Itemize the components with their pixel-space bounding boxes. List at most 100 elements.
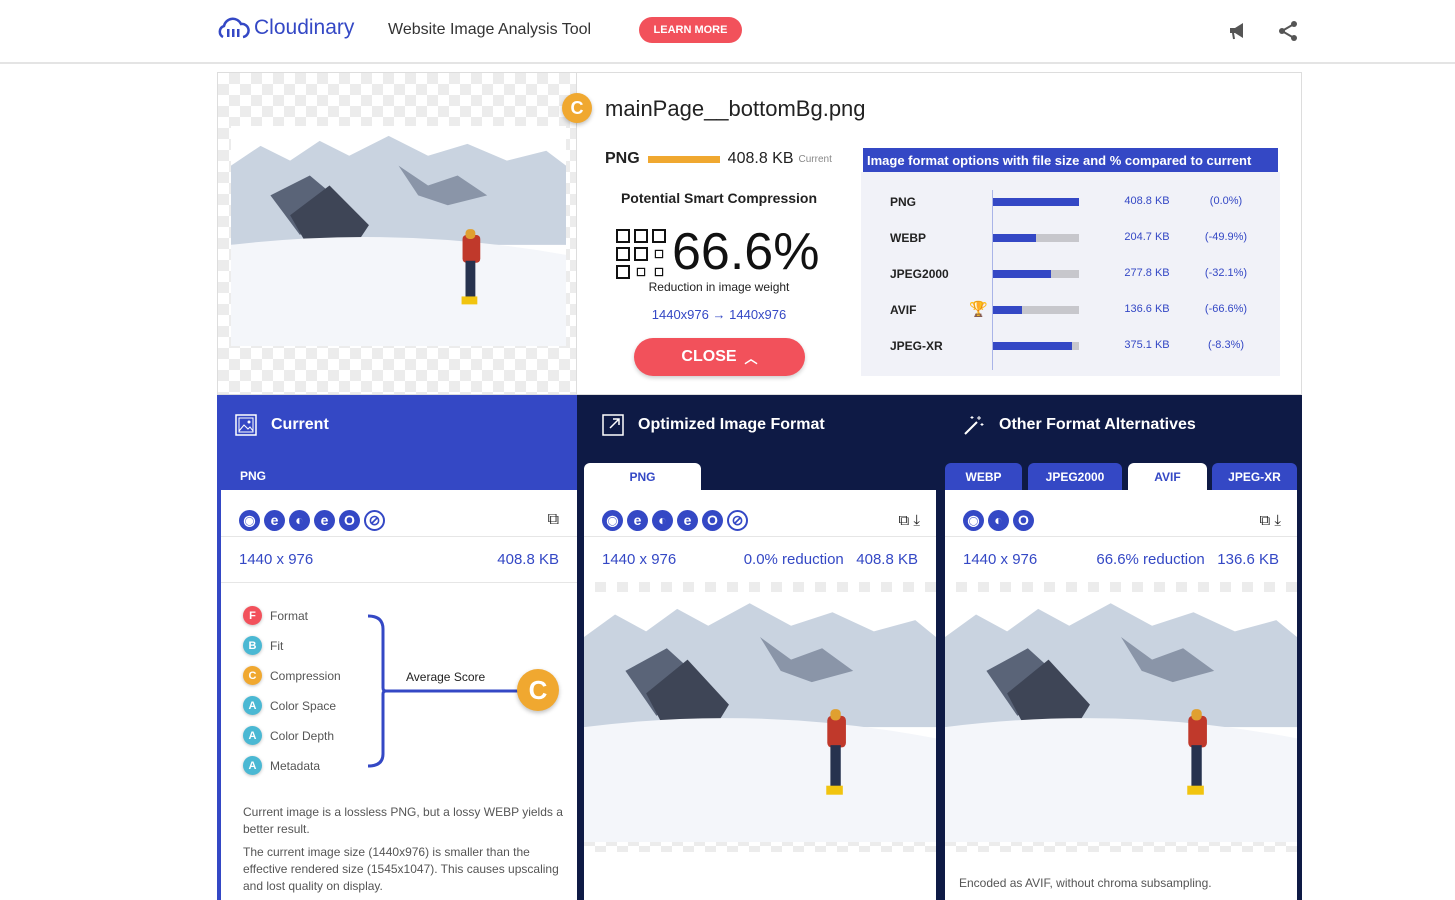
alt-reduction: 66.6% reduction [1096, 551, 1205, 568]
average-grade-badge: C [517, 669, 559, 711]
opera-icon: O [339, 509, 360, 531]
current-label: Current [798, 153, 832, 165]
tab-avif[interactable]: AVIF [1128, 463, 1207, 491]
size-bar-fill [993, 270, 1052, 278]
current-format: PNG [605, 150, 640, 167]
format-percent: (-49.9%) [1204, 231, 1248, 243]
download-icon[interactable]: ⤓ [1274, 512, 1281, 529]
alternatives-header: Other Format Alternatives [963, 414, 1196, 436]
format-row: JPEG2000 277.8 KB (-32.1%) [861, 264, 1280, 284]
browser-support-icons: ◉ e ◐ e O ⊘ [239, 509, 385, 531]
image-thumbnail [231, 126, 566, 346]
score-label: Fit [270, 638, 284, 653]
open-external-icon[interactable]: ⧉ [898, 512, 909, 529]
image-thumbnail [584, 592, 936, 842]
format-row: AVIF 🏆 136.6 KB (-66.6%) [861, 300, 1280, 320]
format-options-table: Image format options with file size and … [861, 146, 1280, 376]
browser-support-icons: ◉ ◐ O [963, 509, 1034, 531]
tab-optimized-png[interactable]: PNG [584, 463, 701, 491]
score-grade: C [243, 666, 262, 685]
size-bar-fill [993, 342, 1072, 350]
tab-jpeg-xr[interactable]: JPEG-XR [1212, 463, 1297, 491]
current-size: 408.8 KB [727, 150, 794, 167]
chrome-icon: ◉ [963, 509, 984, 531]
magic-wand-icon [964, 416, 984, 435]
score-grade: F [243, 606, 262, 625]
format-row: PNG 408.8 KB (0.0%) [861, 192, 1280, 212]
current-image-preview[interactable] [217, 72, 577, 395]
format-name: AVIF [890, 303, 917, 317]
score-label: Compression [270, 668, 341, 683]
opera-icon: O [702, 509, 723, 531]
alt-image-preview[interactable] [945, 582, 1297, 852]
trophy-icon: 🏆 [969, 301, 988, 318]
open-external-icon[interactable]: ⧉ [548, 511, 559, 529]
optimized-dimensions: 1440 x 976 [602, 551, 677, 568]
format-table-title: Image format options with file size and … [861, 146, 1280, 172]
format-name: JPEG-XR [890, 339, 943, 353]
image-icon [235, 414, 257, 436]
optimized-filesize: 408.8 KB [856, 551, 918, 568]
format-percent: (-32.1%) [1204, 267, 1248, 279]
current-format-tab[interactable]: PNG [240, 469, 266, 483]
download-icon[interactable]: ⤓ [913, 512, 920, 529]
compression-grid-icon [616, 229, 666, 279]
cloud-logo-icon [218, 17, 250, 39]
safari-icon: ⊘ [364, 509, 385, 531]
firefox-icon: ◐ [652, 509, 673, 531]
score-item: A Color Space [243, 696, 336, 715]
grade-badge: C [562, 93, 592, 123]
chrome-icon: ◉ [239, 509, 260, 531]
size-bar [993, 342, 1079, 350]
current-dimensions: 1440 x 976 [239, 551, 314, 568]
cloudinary-logo[interactable]: Cloudinary [216, 16, 354, 40]
format-size: 375.1 KB [1124, 339, 1170, 351]
format-percent: (-66.6%) [1204, 303, 1248, 315]
tab-jpeg2000[interactable]: JPEG2000 [1028, 463, 1122, 491]
learn-more-button[interactable]: LEARN MORE [639, 17, 742, 43]
ie-icon: e [677, 509, 698, 531]
format-row: WEBP 204.7 KB (-49.9%) [861, 228, 1280, 248]
score-grade: A [243, 726, 262, 745]
file-name: mainPage__bottomBg.png [605, 96, 866, 121]
optimized-image-preview[interactable] [584, 582, 936, 852]
share-icon[interactable] [1277, 20, 1299, 42]
score-item: B Fit [243, 636, 283, 655]
encoding-note: Encoded as AVIF, without chroma subsampl… [959, 876, 1212, 890]
tab-webp[interactable]: WEBP [945, 463, 1022, 491]
score-grade: A [243, 756, 262, 775]
optimized-header: Optimized Image Format [602, 414, 825, 436]
dimensions-change: 1440x976 → 1440x976 [651, 307, 787, 322]
close-button[interactable]: CLOSE ︿ [634, 338, 805, 376]
format-row: JPEG-XR 375.1 KB (-8.3%) [861, 336, 1280, 356]
score-label: Metadata [270, 758, 321, 773]
ie-icon: e [314, 509, 335, 531]
current-size-row: PNG 408.8 KB Current [605, 150, 832, 168]
format-name: JPEG2000 [890, 267, 949, 281]
score-grade: B [243, 636, 262, 655]
logo-text: Cloudinary [254, 16, 355, 39]
size-bar-fill [993, 234, 1037, 242]
alt-filesize: 136.6 KB [1217, 551, 1279, 568]
size-note: The current image size (1440x976) is sma… [243, 845, 559, 893]
current-filesize: 408.8 KB [497, 551, 559, 568]
opera-icon: O [1013, 509, 1034, 531]
size-bar [993, 234, 1079, 242]
firefox-icon: ◐ [988, 509, 1009, 531]
optimized-reduction: 0.0% reduction [743, 551, 844, 568]
app-title: Website Image Analysis Tool [388, 21, 592, 38]
score-label: Color Depth [270, 728, 335, 743]
current-header: Current [235, 414, 329, 436]
size-bar [993, 270, 1079, 278]
size-bar-fill [993, 306, 1022, 314]
score-item: F Format [243, 606, 308, 625]
score-item: C Compression [243, 666, 341, 685]
image-thumbnail [945, 592, 1297, 842]
edge-icon: e [627, 509, 648, 531]
open-external-icon[interactable]: ⧉ [1259, 512, 1270, 529]
megaphone-icon[interactable] [1228, 20, 1250, 42]
format-size: 408.8 KB [1124, 195, 1170, 207]
optimized-card: ◉ e ◐ e O ⊘ ⧉ ⤓ 1440 x 976 0.0% reduction 408.… [584, 490, 936, 900]
format-percent: (-8.3%) [1207, 339, 1245, 351]
format-size: 136.6 KB [1124, 303, 1170, 315]
